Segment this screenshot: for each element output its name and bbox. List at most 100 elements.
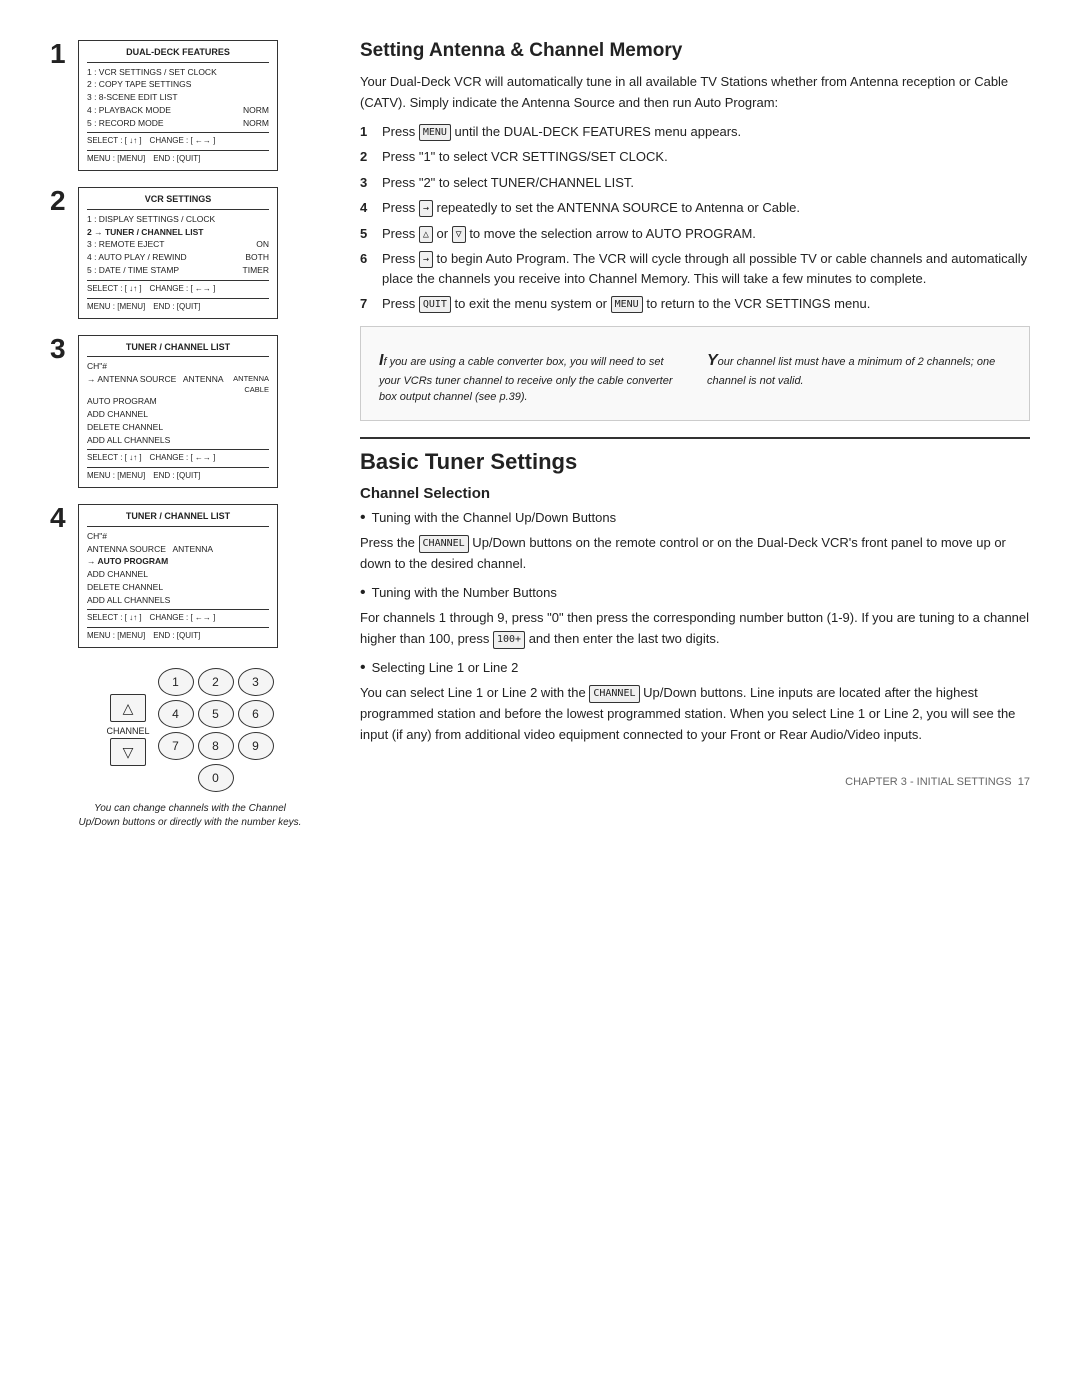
antenna-section: Setting Antenna & Channel Memory Your Du… bbox=[360, 40, 1030, 421]
antenna-title: Setting Antenna & Channel Memory bbox=[360, 40, 1030, 62]
bullet-2: • Tuning with the Number Buttons bbox=[360, 583, 1030, 603]
menu-footer-2: SELECT : [ ↓↑ ] CHANGE : [ ←→ ] bbox=[87, 280, 269, 295]
bullet-dot-2: • bbox=[360, 583, 366, 602]
menu-footer-2b: MENU : [MENU] END : [QUIT] bbox=[87, 298, 269, 313]
bullet-dot-3: • bbox=[360, 658, 366, 677]
bullet-3-label: Selecting Line 1 or Line 2 bbox=[372, 658, 519, 678]
bullet-3-text: You can select Line 1 or Line 2 with the… bbox=[360, 683, 1030, 745]
ch-arrow-col: △ CHANNEL ▽ bbox=[106, 694, 149, 766]
menu-row-3-addall: ADD ALL CHANNELS bbox=[87, 434, 269, 447]
bullet-1-text: Press the CHANNEL Up/Down buttons on the… bbox=[360, 533, 1030, 575]
menu-row-2-4: 4 : AUTO PLAY / REWINDBOTH bbox=[87, 251, 269, 264]
ch-up-arrow: △ bbox=[110, 694, 146, 722]
channel-selection-subtitle: Channel Selection bbox=[360, 485, 1030, 502]
down-key-5: ▽ bbox=[452, 226, 466, 243]
menu-row-3-auto: AUTO PROGRAM bbox=[87, 395, 269, 408]
num-btn-8: 8 bbox=[198, 732, 234, 760]
menu-row-1-3: 3 : 8-SCENE EDIT LIST bbox=[87, 91, 269, 104]
menu-row-2-2: 2 → TUNER / CHANNEL LIST bbox=[87, 226, 269, 239]
num-btn-9: 9 bbox=[238, 732, 274, 760]
menu-row-4-del: DELETE CHANNEL bbox=[87, 581, 269, 594]
step-circle-6: 6 bbox=[360, 249, 374, 288]
menu-row-1-1: 1 : VCR SETTINGS / SET CLOCK bbox=[87, 66, 269, 79]
menu-title-2: VCR SETTINGS bbox=[87, 193, 269, 210]
num-btn-1: 1 bbox=[158, 668, 194, 696]
antenna-steps: 1 Press MENU until the DUAL-DECK FEATURE… bbox=[360, 122, 1030, 314]
antenna-step-3: 3 Press "2" to select TUNER/CHANNEL LIST… bbox=[360, 173, 1030, 193]
antenna-step-1: 1 Press MENU until the DUAL-DECK FEATURE… bbox=[360, 122, 1030, 142]
step-6-content: Press → to begin Auto Program. The VCR w… bbox=[382, 249, 1030, 288]
menu-row-4-auto: → AUTO PROGRAM bbox=[87, 555, 269, 568]
menu-row-3-antenna: → ANTENNA SOURCE ANTENNA ANTENNACABLE bbox=[87, 373, 269, 396]
num-btn-5: 5 bbox=[198, 700, 234, 728]
menu-row-2-3: 3 : REMOTE EJECTON bbox=[87, 238, 269, 251]
step-circle-2: 2 bbox=[360, 147, 374, 167]
num-grid: 1 2 3 4 5 6 7 8 9 bbox=[158, 668, 274, 760]
menu-row-2-1: 1 : DISPLAY SETTINGS / CLOCK bbox=[87, 213, 269, 226]
menu-row-1-4: 4 : PLAYBACK MODENORM bbox=[87, 104, 269, 117]
menu-box-4: TUNER / CHANNEL LIST CH"# ANTENNA SOURCE… bbox=[78, 504, 278, 648]
antenna-step-7: 7 Press QUIT to exit the menu system or … bbox=[360, 294, 1030, 314]
tip-box: If you are using a cable converter box, … bbox=[360, 326, 1030, 421]
num-btn-0: 0 bbox=[198, 764, 234, 792]
step-4-content: Press → repeatedly to set the ANTENNA SO… bbox=[382, 198, 1030, 218]
step-1-content: Press MENU until the DUAL-DECK FEATURES … bbox=[382, 122, 1030, 142]
chapter-label: CHAPTER 3 - INITIAL SETTINGS bbox=[845, 776, 1011, 788]
menu-row-1-5: 5 : RECORD MODENORM bbox=[87, 117, 269, 130]
menu-footer-3b: MENU : [MENU] END : [QUIT] bbox=[87, 467, 269, 482]
step-7-content: Press QUIT to exit the menu system or ME… bbox=[382, 294, 1030, 314]
step-circle-1: 1 bbox=[360, 122, 374, 142]
num-btn-0-wrap: 0 bbox=[158, 764, 274, 792]
menu-footer-4b: MENU : [MENU] END : [QUIT] bbox=[87, 627, 269, 642]
bullet-2-label: Tuning with the Number Buttons bbox=[372, 583, 557, 603]
menu-footer-4: SELECT : [ ↓↑ ] CHANGE : [ ←→ ] bbox=[87, 609, 269, 624]
channel-key-3: CHANNEL bbox=[589, 685, 639, 703]
page-number: 17 bbox=[1018, 776, 1030, 788]
menu-box-2: VCR SETTINGS 1 : DISPLAY SETTINGS / CLOC… bbox=[78, 187, 278, 318]
right-column: Setting Antenna & Channel Memory Your Du… bbox=[360, 40, 1030, 830]
menu-row-4-antenna: ANTENNA SOURCE ANTENNA bbox=[87, 543, 269, 556]
arrow-key-6: → bbox=[419, 251, 433, 268]
tip-y-letter: Y bbox=[707, 352, 718, 369]
bullet-1-label: Tuning with the Channel Up/Down Buttons bbox=[372, 508, 617, 528]
channel-key-1: CHANNEL bbox=[419, 535, 469, 553]
step-3-content: Press "2" to select TUNER/CHANNEL LIST. bbox=[382, 173, 1030, 193]
tip-y-entry: Your channel list must have a minimum of… bbox=[703, 345, 1015, 410]
menu-key-1: MENU bbox=[419, 124, 451, 141]
bullet-dot-1: • bbox=[360, 508, 366, 527]
step-block-1: 1 DUAL-DECK FEATURES 1 : VCR SETTINGS / … bbox=[50, 40, 330, 171]
step-circle-5: 5 bbox=[360, 224, 374, 244]
section-divider bbox=[360, 437, 1030, 439]
antenna-step-2: 2 Press "1" to select VCR SETTINGS/SET C… bbox=[360, 147, 1030, 167]
step-circle-7: 7 bbox=[360, 294, 374, 314]
menu-footer-1: SELECT : [ ↓↑ ] CHANGE : [ ←→ ] bbox=[87, 132, 269, 147]
ch-label: CHANNEL bbox=[106, 726, 149, 736]
step-circle-3: 3 bbox=[360, 173, 374, 193]
menu-row-4-addall: ADD ALL CHANNELS bbox=[87, 594, 269, 607]
ch-down-arrow: ▽ bbox=[110, 738, 146, 766]
tip-y-text: our channel list must have a minimum of … bbox=[707, 356, 995, 387]
quit-key-7: QUIT bbox=[419, 296, 451, 313]
tip-i-text: f you are using a cable converter box, y… bbox=[379, 356, 673, 404]
bullet-1: • Tuning with the Channel Up/Down Button… bbox=[360, 508, 1030, 528]
basic-tuner-section: Basic Tuner Settings Channel Selection •… bbox=[360, 449, 1030, 746]
num-btn-2: 2 bbox=[198, 668, 234, 696]
basic-tuner-title: Basic Tuner Settings bbox=[360, 449, 1030, 475]
antenna-step-4: 4 Press → repeatedly to set the ANTENNA … bbox=[360, 198, 1030, 218]
menu-box-3: TUNER / CHANNEL LIST CH"# → ANTENNA SOUR… bbox=[78, 335, 278, 489]
menu-row-4-ch: CH"# bbox=[87, 530, 269, 543]
channel-button-group: △ CHANNEL ▽ 1 2 3 4 5 6 7 8 9 bbox=[106, 668, 273, 792]
step-1-number: 1 bbox=[50, 40, 70, 68]
menu-title-4: TUNER / CHANNEL LIST bbox=[87, 510, 269, 527]
step-3-number: 3 bbox=[50, 335, 70, 363]
antenna-step-5: 5 Press △ or ▽ to move the selection arr… bbox=[360, 224, 1030, 244]
left-column: 1 DUAL-DECK FEATURES 1 : VCR SETTINGS / … bbox=[50, 40, 330, 830]
tip-i-entry: If you are using a cable converter box, … bbox=[375, 345, 687, 410]
step-block-3: 3 TUNER / CHANNEL LIST CH"# → ANTENNA SO… bbox=[50, 335, 330, 489]
100plus-key: 100+ bbox=[493, 631, 525, 649]
menu-row-3-add: ADD CHANNEL bbox=[87, 408, 269, 421]
up-key-5: △ bbox=[419, 226, 433, 243]
bullet-2-text: For channels 1 through 9, press "0" then… bbox=[360, 608, 1030, 650]
menu-key-7: MENU bbox=[611, 296, 643, 313]
step-block-4: 4 TUNER / CHANNEL LIST CH"# ANTENNA SOUR… bbox=[50, 504, 330, 648]
